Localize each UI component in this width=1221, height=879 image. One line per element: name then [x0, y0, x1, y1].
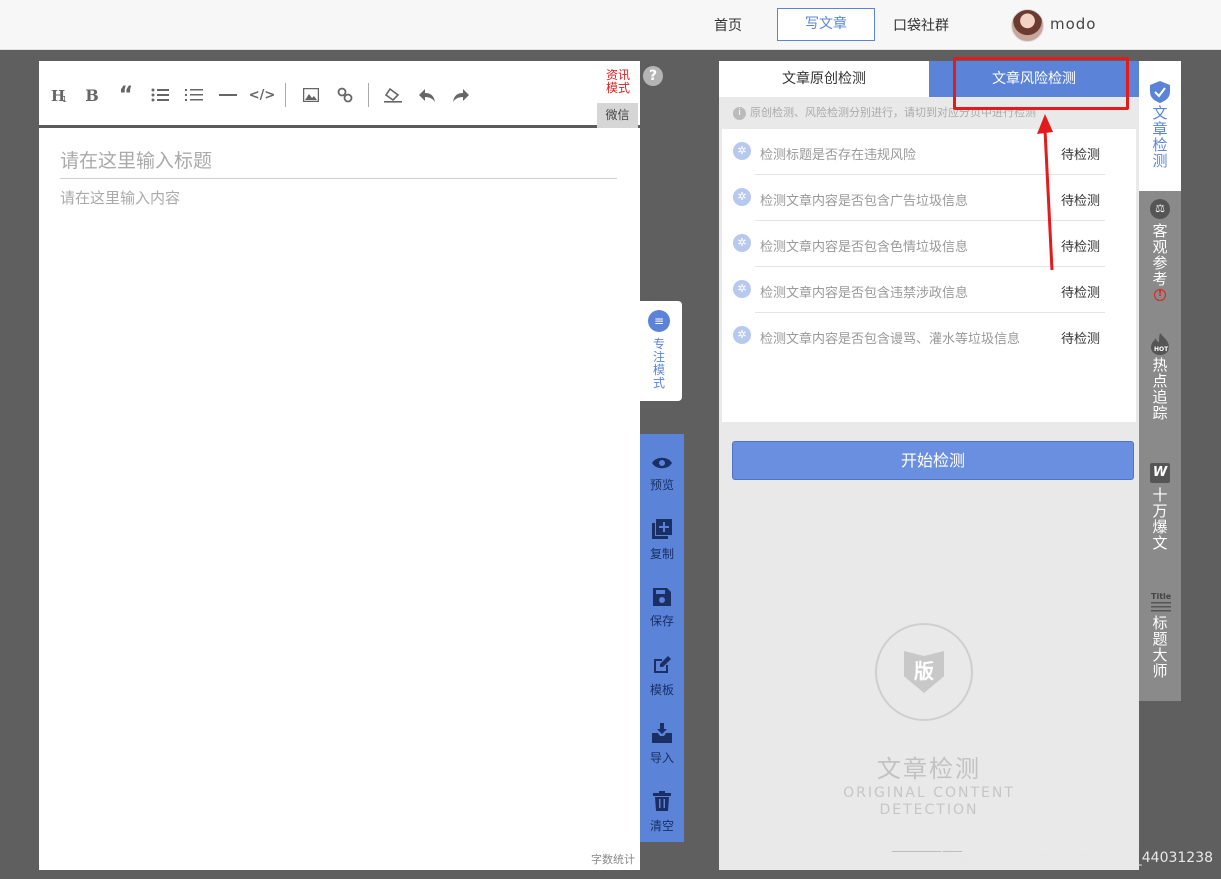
- import-button[interactable]: 导入: [640, 714, 684, 774]
- heading-icon[interactable]: H1: [48, 83, 72, 107]
- redo-icon[interactable]: [449, 83, 473, 107]
- start-check-button[interactable]: 开始检测: [732, 441, 1134, 480]
- toolbar-divider: [368, 83, 369, 107]
- status-text: 待检测: [1061, 332, 1101, 347]
- sidebar-item-label: 文章检测: [1152, 104, 1168, 170]
- annotation-highlight-box: [953, 57, 1129, 110]
- svg-text:1: 1: [62, 95, 67, 103]
- panel-subtitle: ORIGINAL CONTENT DETECTION: [719, 785, 1139, 819]
- clear-label: 清空: [649, 819, 674, 833]
- eye-icon: [640, 451, 684, 475]
- svg-text:HOT: HOT: [1154, 346, 1169, 353]
- editor-area: H1 B “ </> 资讯模式 微信 请在这里输入标题 请在这里输入内容 字数统…: [39, 61, 640, 870]
- info-icon: i: [733, 106, 746, 120]
- wechat-mode-toggle[interactable]: 微信: [597, 103, 638, 128]
- sidebar-item-viral-articles[interactable]: W 十万爆文: [1139, 463, 1181, 551]
- sidebar-item-label: 热点追踪: [1152, 356, 1168, 422]
- pending-icon: ✲: [733, 234, 751, 252]
- nav-write-article-button[interactable]: 写文章: [777, 8, 875, 41]
- nav-home-link[interactable]: 首页: [714, 15, 742, 35]
- shield-icon: 版: [904, 651, 944, 693]
- bullet-list-icon[interactable]: [148, 83, 172, 107]
- template-button[interactable]: 模板: [640, 646, 684, 706]
- clear-button[interactable]: 清空: [640, 782, 684, 842]
- pending-icon: ✲: [733, 188, 751, 206]
- scale-icon: ⚖: [1150, 199, 1170, 219]
- import-icon: [640, 723, 684, 748]
- undo-icon[interactable]: [415, 83, 439, 107]
- top-navigation-bar: 首页 写文章 口袋社群 modo: [0, 0, 1221, 50]
- hot-icon: HOT: [1150, 333, 1170, 355]
- check-text: 检测文章内容是否包含广告垃圾信息: [760, 194, 969, 209]
- sidebar-item-label: 标题大师: [1152, 614, 1168, 680]
- copy-button[interactable]: 复制: [640, 510, 684, 570]
- title-icon: Title: [1150, 591, 1172, 612]
- action-column: 预览 复制 保存 模板 导入 清空: [640, 434, 684, 842]
- annotation-arrow-icon: [1037, 114, 1054, 271]
- divider-icon[interactable]: [216, 83, 240, 107]
- pending-icon: ✲: [733, 142, 751, 160]
- tab-original-check[interactable]: 文章原创检测: [719, 61, 929, 97]
- avatar[interactable]: [1011, 9, 1044, 42]
- toolbar-divider: [285, 83, 286, 107]
- help-icon[interactable]: ?: [643, 66, 663, 86]
- preview-button[interactable]: 预览: [640, 442, 684, 502]
- save-icon: [640, 587, 684, 611]
- focus-mode-label: 专注模式: [652, 337, 665, 390]
- preview-label: 预览: [649, 478, 674, 492]
- detection-panel: 文章原创检测 文章风险检测 i 原创检测、风险检测分别进行，请切到对应分页中进行检…: [719, 61, 1139, 870]
- save-button[interactable]: 保存: [640, 578, 684, 638]
- edit-icon: [640, 655, 684, 680]
- sidebar-item-title-master[interactable]: Title 标题大师: [1139, 591, 1181, 679]
- link-icon[interactable]: [333, 83, 357, 107]
- sidebar-item-objective-reference[interactable]: ⚖ 客观参考 !: [1139, 199, 1181, 301]
- sidebar-item-hot-topics[interactable]: HOT 热点追踪: [1139, 333, 1181, 421]
- shield-icon: [1150, 81, 1170, 103]
- news-mode-toggle[interactable]: 资讯模式: [605, 69, 631, 95]
- panel-title: 文章检测: [877, 755, 981, 783]
- check-text: 检测文章内容是否包含谩骂、灌水等垃圾信息: [760, 332, 1021, 347]
- eraser-icon[interactable]: [381, 83, 405, 107]
- check-text: 检测文章内容是否包含违禁涉政信息: [760, 286, 969, 301]
- document-icon: ≡: [648, 310, 670, 332]
- copy-label: 复制: [649, 547, 674, 561]
- panel-subtitle-line2: DETECTION: [879, 802, 979, 818]
- svg-text:Title: Title: [1151, 592, 1172, 601]
- warning-icon: !: [1154, 289, 1166, 301]
- template-label: 模板: [649, 683, 674, 697]
- copyright-badge-icon: 版: [875, 623, 973, 721]
- status-text: 待检测: [1061, 286, 1101, 301]
- title-input[interactable]: [60, 143, 617, 179]
- right-sidebar: 文章检测 ⚖ 客观参考 ! HOT 热点追踪 W 十万爆文 Title 标题大师: [1139, 61, 1181, 701]
- ordered-list-icon[interactable]: [182, 83, 206, 107]
- focus-mode-tab[interactable]: ≡ 专注模式: [640, 301, 682, 401]
- quote-icon[interactable]: “: [114, 83, 138, 108]
- import-label: 导入: [649, 751, 674, 765]
- sidebar-item-label: 十万爆文: [1152, 486, 1168, 552]
- w-icon: W: [1150, 463, 1170, 483]
- panel-subtitle-line1: ORIGINAL CONTENT: [843, 785, 1015, 801]
- code-icon[interactable]: </>: [249, 83, 276, 107]
- list-item: ✲ 检测文章内容是否包含谩骂、灌水等垃圾信息 待检测: [722, 313, 1136, 359]
- content-input[interactable]: [60, 187, 617, 847]
- check-text: 检测文章内容是否包含色情垃圾信息: [760, 240, 969, 255]
- bold-icon[interactable]: B: [80, 83, 104, 107]
- sidebar-item-article-check[interactable]: 文章检测: [1139, 61, 1181, 191]
- image-icon[interactable]: [299, 83, 323, 107]
- check-text: 检测标题是否存在违规风险: [760, 148, 917, 163]
- pending-icon: ✲: [733, 280, 751, 298]
- copy-icon: [640, 519, 684, 544]
- save-label: 保存: [649, 614, 674, 628]
- sidebar-item-label: 客观参考: [1152, 222, 1168, 288]
- trash-icon: [640, 791, 684, 816]
- editor-toolbar: H1 B “ </> 资讯模式 微信: [39, 61, 640, 128]
- pending-icon: ✲: [733, 326, 751, 344]
- nav-community-link[interactable]: 口袋社群: [893, 15, 949, 35]
- username[interactable]: modo: [1050, 15, 1097, 33]
- watermark-text: https://blog.csdn.net/weixin_44031238: [940, 850, 1214, 866]
- word-count-link[interactable]: 字数统计: [591, 851, 635, 867]
